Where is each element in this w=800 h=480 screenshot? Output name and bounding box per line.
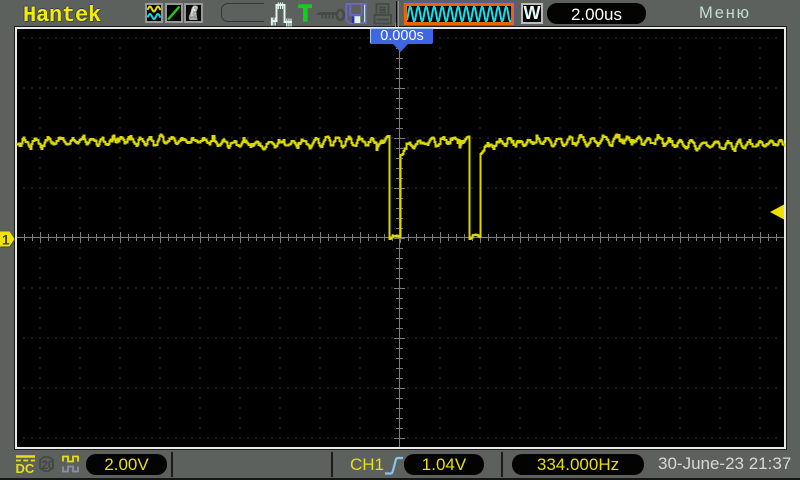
svg-text:20: 20 bbox=[42, 460, 55, 472]
svg-text:DC: DC bbox=[16, 461, 35, 476]
svg-text:1: 1 bbox=[2, 233, 10, 248]
